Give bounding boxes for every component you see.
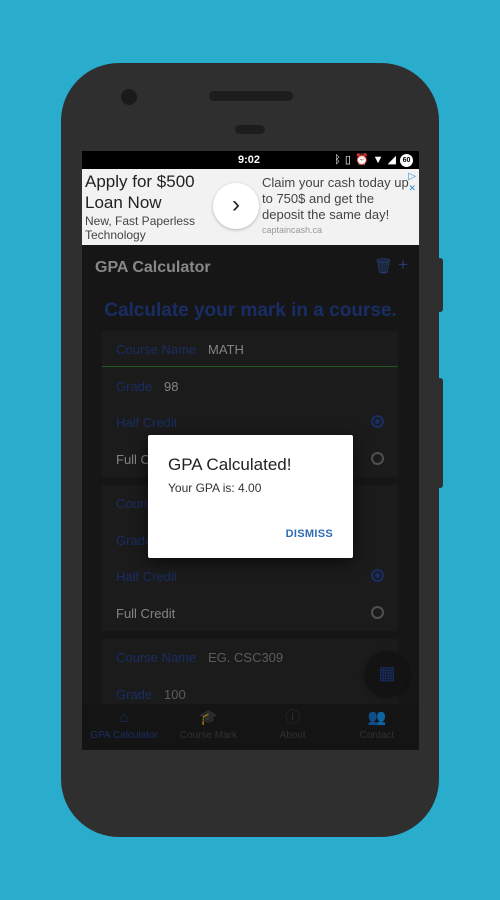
dialog-message: Your GPA is: 4.00: [168, 481, 262, 495]
power-button: [437, 378, 443, 488]
ad-claim: Claim your cash today up to 750$ and get…: [262, 175, 409, 222]
dismiss-button[interactable]: DISMISS: [286, 528, 333, 540]
ad-arrow-button[interactable]: ›: [213, 183, 259, 229]
bluetooth-icon: ᛒ: [334, 154, 341, 166]
proximity-sensor: [235, 125, 265, 134]
front-camera: [121, 89, 137, 105]
gpa-result-dialog: GPA Calculated! Your GPA is: 4.00 DISMIS…: [148, 435, 353, 558]
dialog-title: GPA Calculated!: [168, 455, 292, 474]
ad-close-icon[interactable]: ✕: [408, 183, 416, 194]
alarm-icon: ⏰: [354, 154, 369, 166]
ad-choices-icon[interactable]: ▷: [408, 171, 416, 182]
chevron-right-icon: ›: [232, 191, 240, 218]
status-bar: 9:02 ᛒ ▯ ⏰ ▼ ◢ 60: [82, 151, 419, 169]
ad-domain: captaincash.ca: [262, 225, 323, 235]
status-icons: ᛒ ▯ ⏰ ▼ ◢ 60: [334, 153, 413, 167]
volume-button: [437, 258, 443, 312]
ad-headline[interactable]: Apply for $500 Loan Now: [85, 171, 215, 213]
phone-screen: 9:02 ᛒ ▯ ⏰ ▼ ◢ 60 Apply for $500 Loan No…: [82, 151, 419, 750]
ad-right-text[interactable]: Claim your cash today up to 750$ and get…: [262, 175, 412, 235]
vibrate-icon: ▯: [344, 154, 351, 166]
earpiece-speaker: [209, 91, 293, 101]
ad-banner[interactable]: Apply for $500 Loan Now New, Fast Paperl…: [82, 169, 419, 245]
battery-icon: 60: [400, 153, 413, 167]
ad-subtext: New, Fast Paperless Technology: [85, 214, 196, 242]
status-time: 9:02: [238, 154, 261, 166]
wifi-icon: ▼: [372, 154, 384, 166]
ad-left-text[interactable]: Apply for $500 Loan Now New, Fast Paperl…: [85, 171, 215, 242]
signal-icon: ◢: [387, 154, 396, 166]
